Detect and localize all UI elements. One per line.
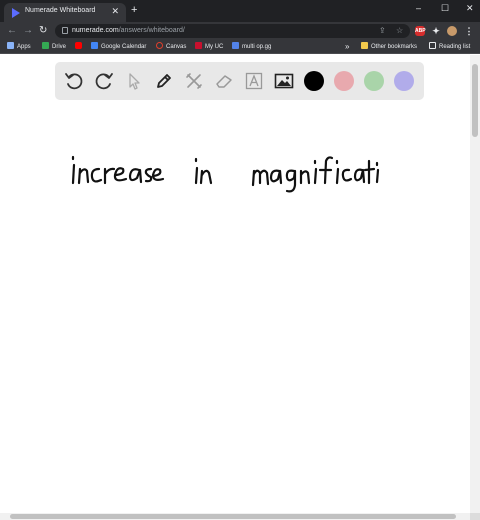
whiteboard-canvas[interactable]: [0, 55, 470, 513]
url-text: numerade.com/answers/whiteboard/: [72, 27, 185, 34]
tab-title: Numerade Whiteboard: [25, 7, 96, 14]
menu-kebab-icon[interactable]: ⋮: [464, 26, 474, 36]
extensions-puzzle-icon[interactable]: ✦: [431, 26, 441, 36]
horizontal-scroll-thumb[interactable]: [10, 514, 456, 519]
share-icon[interactable]: ⇪: [379, 26, 386, 35]
other-bookmarks-label: Other bookmarks: [371, 44, 418, 50]
bookmark-star-icon[interactable]: ☆: [396, 26, 403, 35]
minimize-button[interactable]: –: [416, 3, 421, 13]
url-path: /answers/whiteboard/: [118, 27, 185, 34]
vertical-scrollbar[interactable]: [470, 55, 480, 513]
reading-list-label: Reading list: [439, 44, 471, 50]
opgg-icon: [232, 42, 239, 49]
address-bar[interactable]: numerade.com/answers/whiteboard/ ⇪ ☆: [55, 24, 410, 38]
browser-toolbar: ← → ↻ numerade.com/answers/whiteboard/ ⇪…: [0, 22, 480, 40]
vertical-scroll-thumb[interactable]: [472, 64, 478, 137]
url-host: numerade.com: [72, 27, 119, 34]
tab-numerade-whiteboard[interactable]: Numerade Whiteboard ✕: [4, 3, 126, 22]
apps-grid-icon: [7, 42, 14, 49]
bookmark-my-uc[interactable]: My UC: [195, 42, 223, 52]
bookmark-label: multi op.gg: [242, 44, 272, 50]
handwritten-ink-strokes: [71, 155, 380, 193]
folder-icon: [361, 42, 368, 49]
reading-list-button[interactable]: Reading list: [429, 42, 470, 52]
back-button[interactable]: ←: [7, 25, 17, 37]
reading-list-icon: [429, 42, 436, 49]
google-drive-icon: [42, 42, 49, 49]
bookmark-apps[interactable]: Apps: [7, 42, 31, 52]
youtube-icon: [75, 42, 82, 49]
bookmark-canvas[interactable]: Canvas: [156, 42, 186, 52]
other-bookmarks-folder[interactable]: Other bookmarks: [361, 42, 417, 52]
browser-tab-bar: Numerade Whiteboard ✕ + – ☐ ✕: [0, 0, 480, 22]
bookmark-label: Canvas: [166, 44, 187, 50]
bookmark-label: Apps: [17, 44, 31, 50]
google-calendar-icon: [91, 42, 98, 49]
profile-avatar-icon[interactable]: [447, 26, 457, 36]
bookmark-google-calendar[interactable]: Google Calendar: [91, 42, 146, 52]
adblock-extension-icon[interactable]: ABP: [415, 26, 426, 36]
forward-button[interactable]: →: [23, 25, 33, 37]
canvas-icon: [156, 42, 163, 49]
bookmark-label: Google Calendar: [101, 44, 147, 50]
bookmark-label: My UC: [205, 44, 224, 50]
uc-icon: [195, 42, 202, 49]
bookmark-label: Drive: [52, 44, 67, 50]
bookmark-drive[interactable]: Drive: [42, 42, 66, 52]
new-tab-button[interactable]: +: [131, 4, 137, 16]
horizontal-scrollbar[interactable]: [0, 513, 470, 520]
lock-icon: [62, 27, 68, 34]
reload-button[interactable]: ↻: [39, 25, 47, 37]
bookmark-youtube[interactable]: [75, 42, 85, 52]
bookmark-multi-opgg[interactable]: multi op.gg: [232, 42, 271, 52]
bookmarks-overflow-button[interactable]: »: [345, 42, 349, 52]
close-window-button[interactable]: ✕: [466, 3, 474, 14]
tab-close-icon[interactable]: ✕: [111, 6, 119, 17]
bookmarks-bar: Apps Drive Google Calendar Canvas My UC …: [0, 40, 480, 54]
scrollbar-corner: [470, 513, 480, 520]
maximize-button[interactable]: ☐: [441, 3, 449, 14]
numerade-favicon-icon: [12, 8, 20, 18]
